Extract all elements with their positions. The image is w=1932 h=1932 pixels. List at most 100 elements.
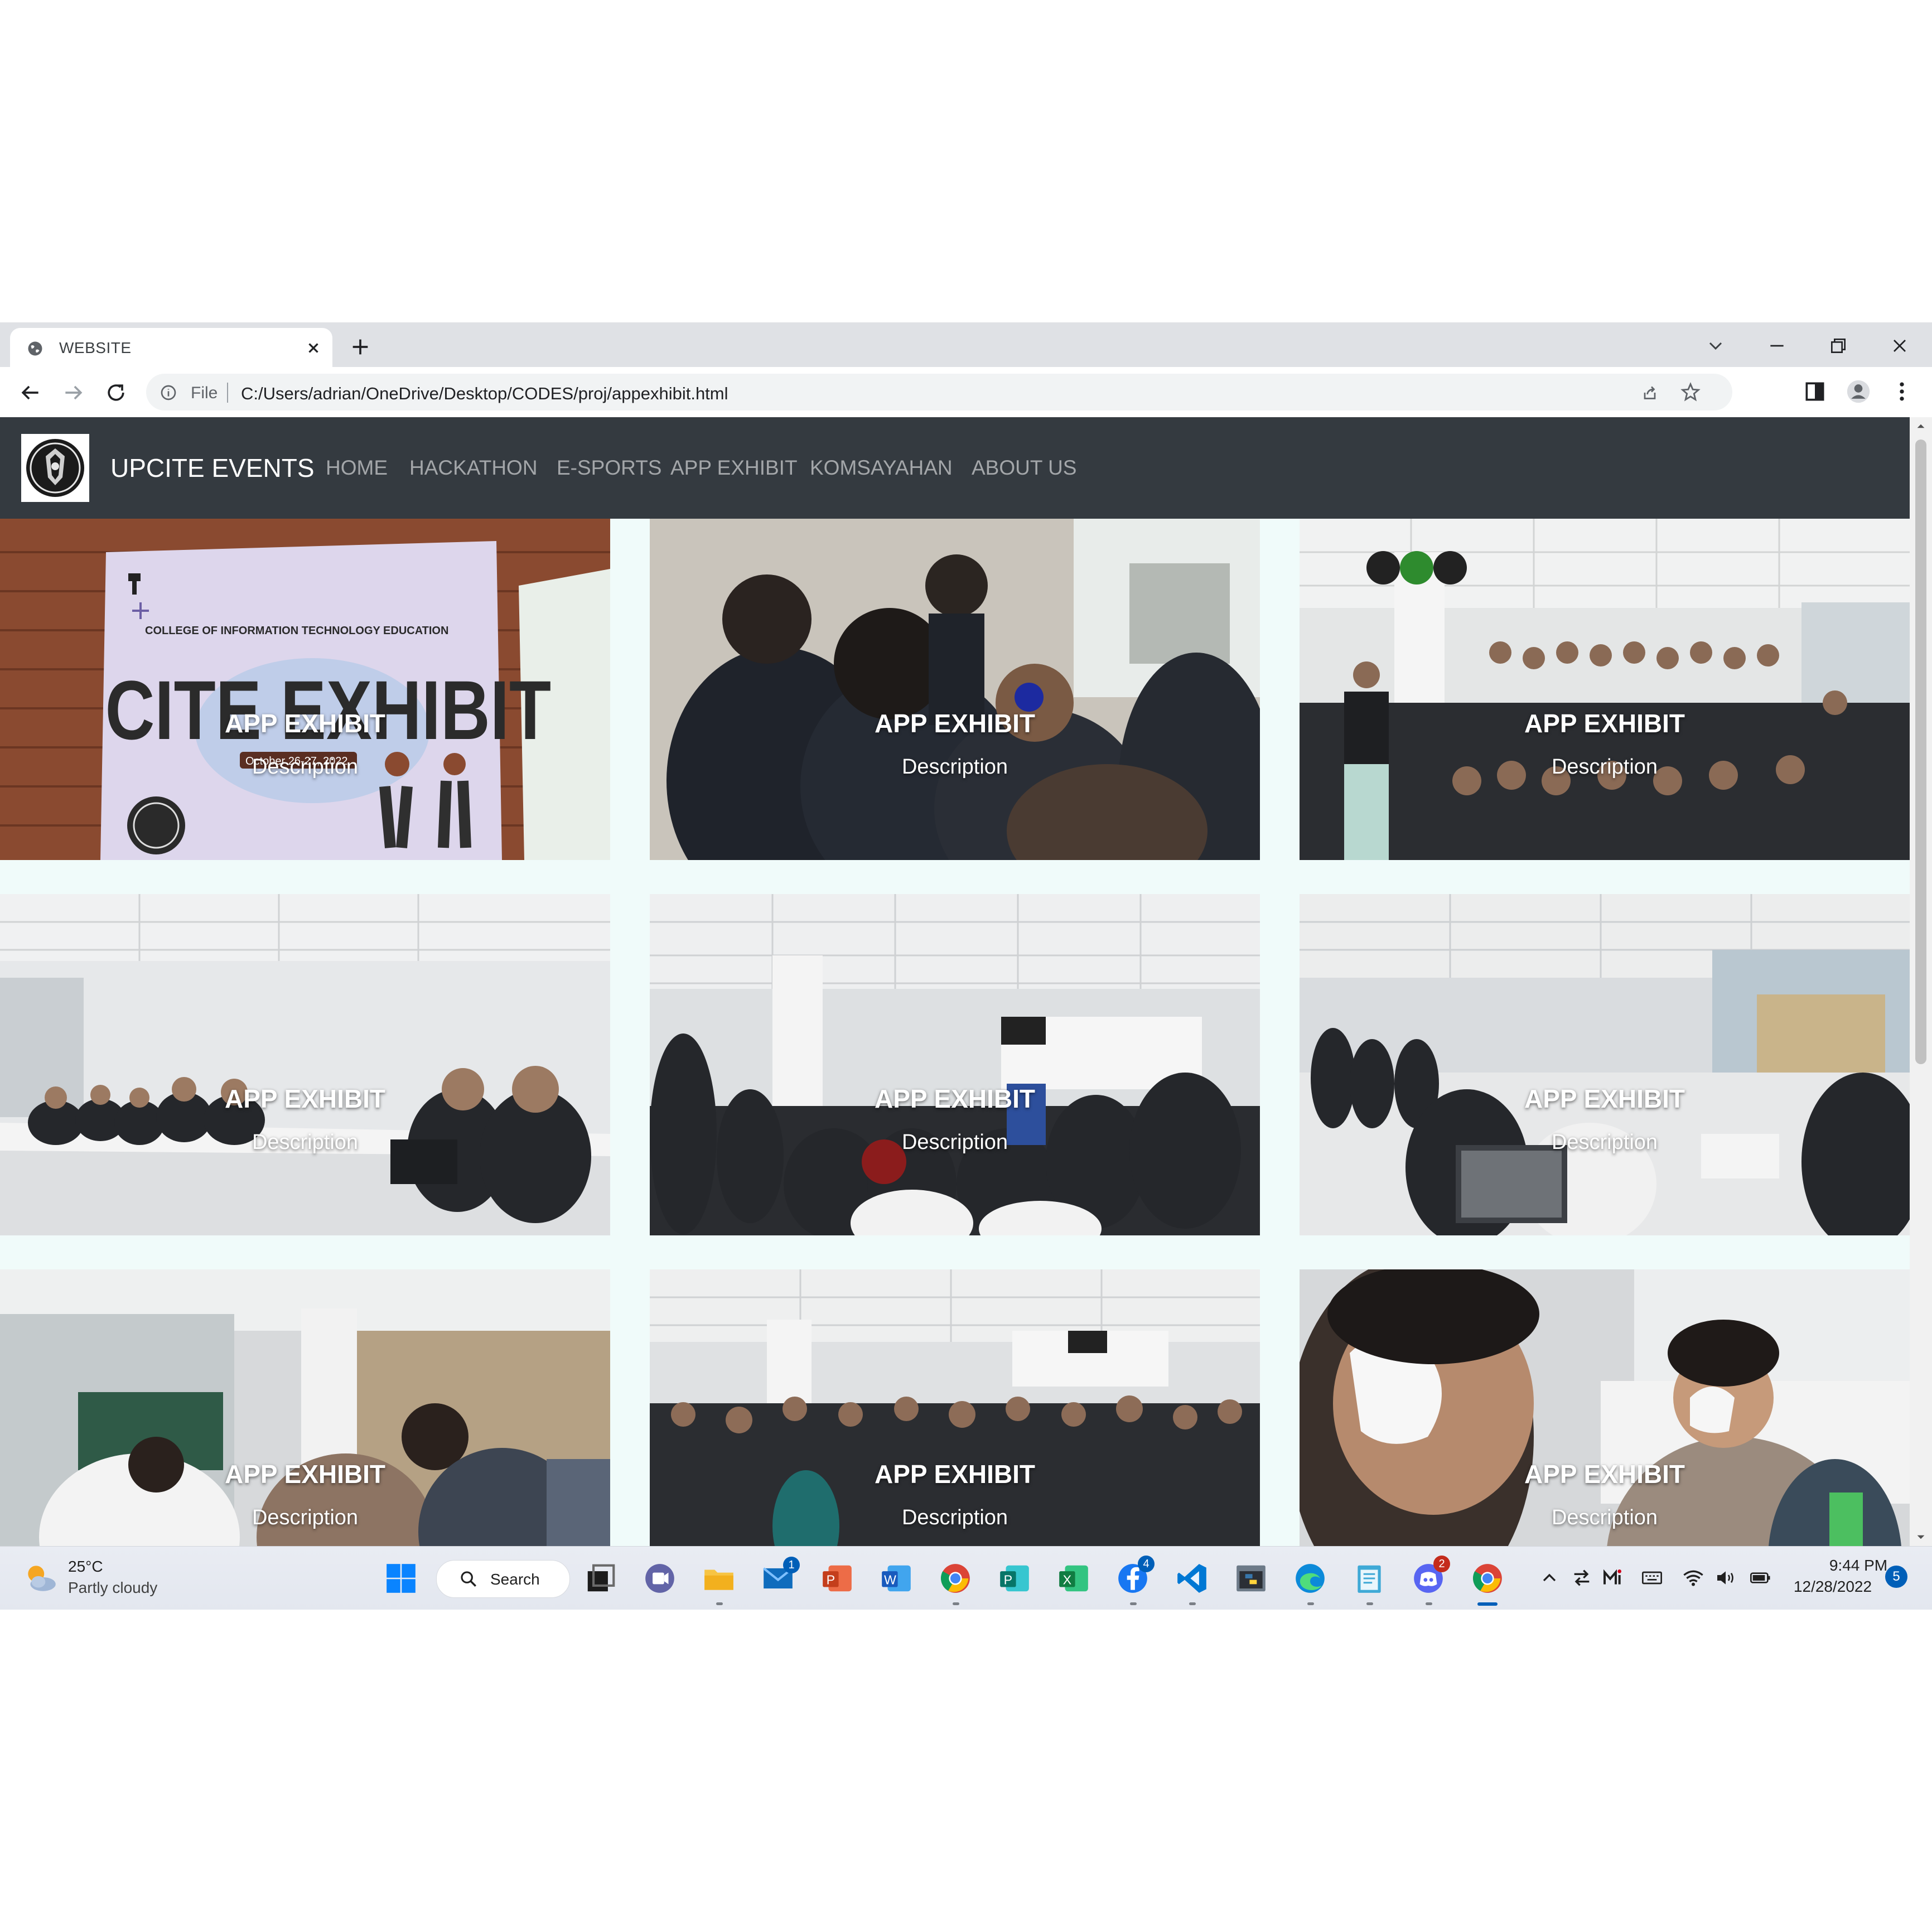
- gallery-card[interactable]: APP EXHIBIT Description: [650, 1269, 1260, 1546]
- card-description: Description: [252, 1131, 359, 1154]
- site-brand[interactable]: UPCITE EVENTS: [110, 453, 315, 483]
- task-view-icon[interactable]: [583, 1561, 618, 1596]
- classroom-photo: [650, 894, 1260, 1235]
- svg-text:P: P: [1004, 1572, 1013, 1587]
- site-logo[interactable]: [21, 434, 89, 502]
- forward-arrow-icon[interactable]: [61, 380, 86, 405]
- running-indicator: [953, 1602, 959, 1605]
- card-title: APP EXHIBIT: [1524, 709, 1685, 738]
- gallery-card[interactable]: APP EXHIBIT Description: [0, 894, 610, 1235]
- closeup-students-photo: [1300, 1269, 1910, 1546]
- page-viewport: UPCITE EVENTS HOME HACKATHON E-SPORTS AP…: [0, 417, 1910, 1546]
- scrollbar-thumb[interactable]: [1915, 439, 1926, 1064]
- bookmark-star-icon[interactable]: [1680, 381, 1701, 403]
- tab-search-icon[interactable]: [1704, 335, 1727, 357]
- nav-app-exhibit[interactable]: APP EXHIBIT: [670, 456, 798, 480]
- share-icon[interactable]: [1640, 383, 1660, 403]
- globe-icon: [28, 341, 42, 356]
- new-tab-icon[interactable]: [349, 336, 371, 358]
- clock-date[interactable]: 12/28/2022: [1788, 1578, 1877, 1596]
- browser-tab[interactable]: WEBSITE: [10, 328, 332, 367]
- students-discussion-photo: [650, 519, 1260, 860]
- gallery-card[interactable]: APP EXHIBIT Description: [0, 1269, 610, 1546]
- scroll-up-icon[interactable]: [1916, 422, 1925, 431]
- notification-badge[interactable]: 5: [1885, 1566, 1907, 1588]
- chrome-icon[interactable]: [938, 1561, 973, 1596]
- browser-toolbar: File C:/Users/adrian/OneDrive/Desktop/CO…: [0, 367, 1932, 418]
- page-scrollbar[interactable]: [1910, 417, 1932, 1546]
- notepad-icon[interactable]: [1352, 1561, 1387, 1596]
- mi-icon[interactable]: [1602, 1567, 1624, 1589]
- tab-title: WEBSITE: [59, 339, 132, 356]
- laptop-demo-photo: [1300, 894, 1910, 1235]
- profile-avatar-icon[interactable]: [1846, 379, 1871, 404]
- desktop-screen: WEBSITE File C:/Users/adrian/OneDrive/De…: [0, 322, 1932, 1610]
- powerpoint-icon[interactable]: P: [820, 1561, 854, 1596]
- chrome-active-icon[interactable]: [1470, 1561, 1505, 1596]
- search-label: Search: [490, 1571, 540, 1588]
- url-scheme: File: [191, 384, 218, 402]
- nav-home[interactable]: HOME: [326, 456, 388, 480]
- vscode-icon[interactable]: [1175, 1561, 1209, 1596]
- nav-about-us[interactable]: ABOUT US: [972, 456, 1076, 480]
- weather-description[interactable]: Partly cloudy: [68, 1579, 157, 1597]
- card-title: APP EXHIBIT: [875, 1084, 1035, 1113]
- gallery-card[interactable]: APP EXHIBIT Description: [650, 894, 1260, 1235]
- card-title: APP EXHIBIT: [875, 709, 1035, 738]
- discord-badge: 2: [1433, 1556, 1450, 1572]
- keyboard-icon[interactable]: [1641, 1567, 1663, 1589]
- card-description: Description: [252, 1506, 359, 1529]
- nav-e-sports[interactable]: E-SPORTS: [557, 456, 661, 480]
- windows-taskbar: 25°C Partly cloudy Search 1 P W P X 4 2 …: [0, 1546, 1932, 1610]
- volume-icon[interactable]: [1714, 1567, 1737, 1589]
- battery-icon[interactable]: [1749, 1567, 1771, 1589]
- gallery-card[interactable]: APP EXHIBIT Description: [1300, 519, 1910, 860]
- card-title: APP EXHIBIT: [1524, 1460, 1685, 1489]
- college-seal-icon: [26, 439, 84, 497]
- publisher-icon[interactable]: P: [997, 1561, 1032, 1596]
- network-transfer-icon[interactable]: [1571, 1567, 1593, 1589]
- url-separator: [227, 383, 228, 403]
- card-description: Description: [1551, 755, 1658, 779]
- running-indicator: [1366, 1602, 1373, 1605]
- gallery-card[interactable]: APP EXHIBIT Description: [1300, 894, 1910, 1235]
- info-icon[interactable]: [160, 384, 177, 402]
- word-icon[interactable]: W: [879, 1561, 914, 1596]
- gallery-card[interactable]: COLLEGE OF INFORMATION TECHNOLOGY EDUCAT…: [0, 519, 610, 860]
- restore-icon[interactable]: [1827, 335, 1849, 357]
- minimize-icon[interactable]: [1766, 335, 1788, 357]
- nav-hackathon[interactable]: HACKATHON: [409, 456, 538, 480]
- windows-start-icon[interactable]: [384, 1561, 418, 1596]
- gallery-card[interactable]: APP EXHIBIT Description: [1300, 1269, 1910, 1546]
- url-text[interactable]: C:/Users/adrian/OneDrive/Desktop/CODES/p…: [241, 384, 728, 404]
- python-idle-icon[interactable]: [1234, 1561, 1268, 1596]
- facebook-badge: 4: [1138, 1556, 1155, 1572]
- close-tab-icon[interactable]: [303, 338, 323, 358]
- chevron-up-icon[interactable]: [1538, 1567, 1561, 1589]
- address-bar[interactable]: File C:/Users/adrian/OneDrive/Desktop/CO…: [146, 374, 1732, 410]
- mail-badge: 1: [783, 1557, 800, 1573]
- card-description: Description: [252, 755, 359, 779]
- close-window-icon[interactable]: [1888, 335, 1911, 357]
- file-explorer-icon[interactable]: [702, 1561, 736, 1596]
- wifi-icon[interactable]: [1682, 1567, 1704, 1589]
- kebab-menu-icon[interactable]: [1890, 379, 1914, 404]
- reload-icon[interactable]: [104, 380, 128, 405]
- excel-icon[interactable]: X: [1056, 1561, 1091, 1596]
- svg-text:W: W: [884, 1572, 896, 1587]
- back-arrow-icon[interactable]: [18, 380, 42, 405]
- taskbar-search[interactable]: Search: [436, 1560, 570, 1598]
- poster-college: COLLEGE OF INFORMATION TECHNOLOGY EDUCAT…: [145, 625, 448, 637]
- nav-komsayahan[interactable]: KOMSAYAHAN: [810, 456, 953, 480]
- edge-icon[interactable]: [1293, 1561, 1327, 1596]
- group-photo: [1300, 519, 1910, 860]
- partly-cloudy-icon[interactable]: [22, 1560, 59, 1597]
- teams-chat-icon[interactable]: [643, 1561, 677, 1596]
- browser-tab-strip: WEBSITE: [0, 322, 1932, 367]
- gallery-card[interactable]: APP EXHIBIT Description: [650, 519, 1260, 860]
- photo-gallery: COLLEGE OF INFORMATION TECHNOLOGY EDUCAT…: [0, 519, 1910, 1546]
- running-indicator: [1189, 1602, 1196, 1605]
- side-panel-icon[interactable]: [1803, 379, 1827, 404]
- weather-temperature[interactable]: 25°C: [68, 1558, 103, 1576]
- scroll-down-icon[interactable]: [1916, 1533, 1925, 1542]
